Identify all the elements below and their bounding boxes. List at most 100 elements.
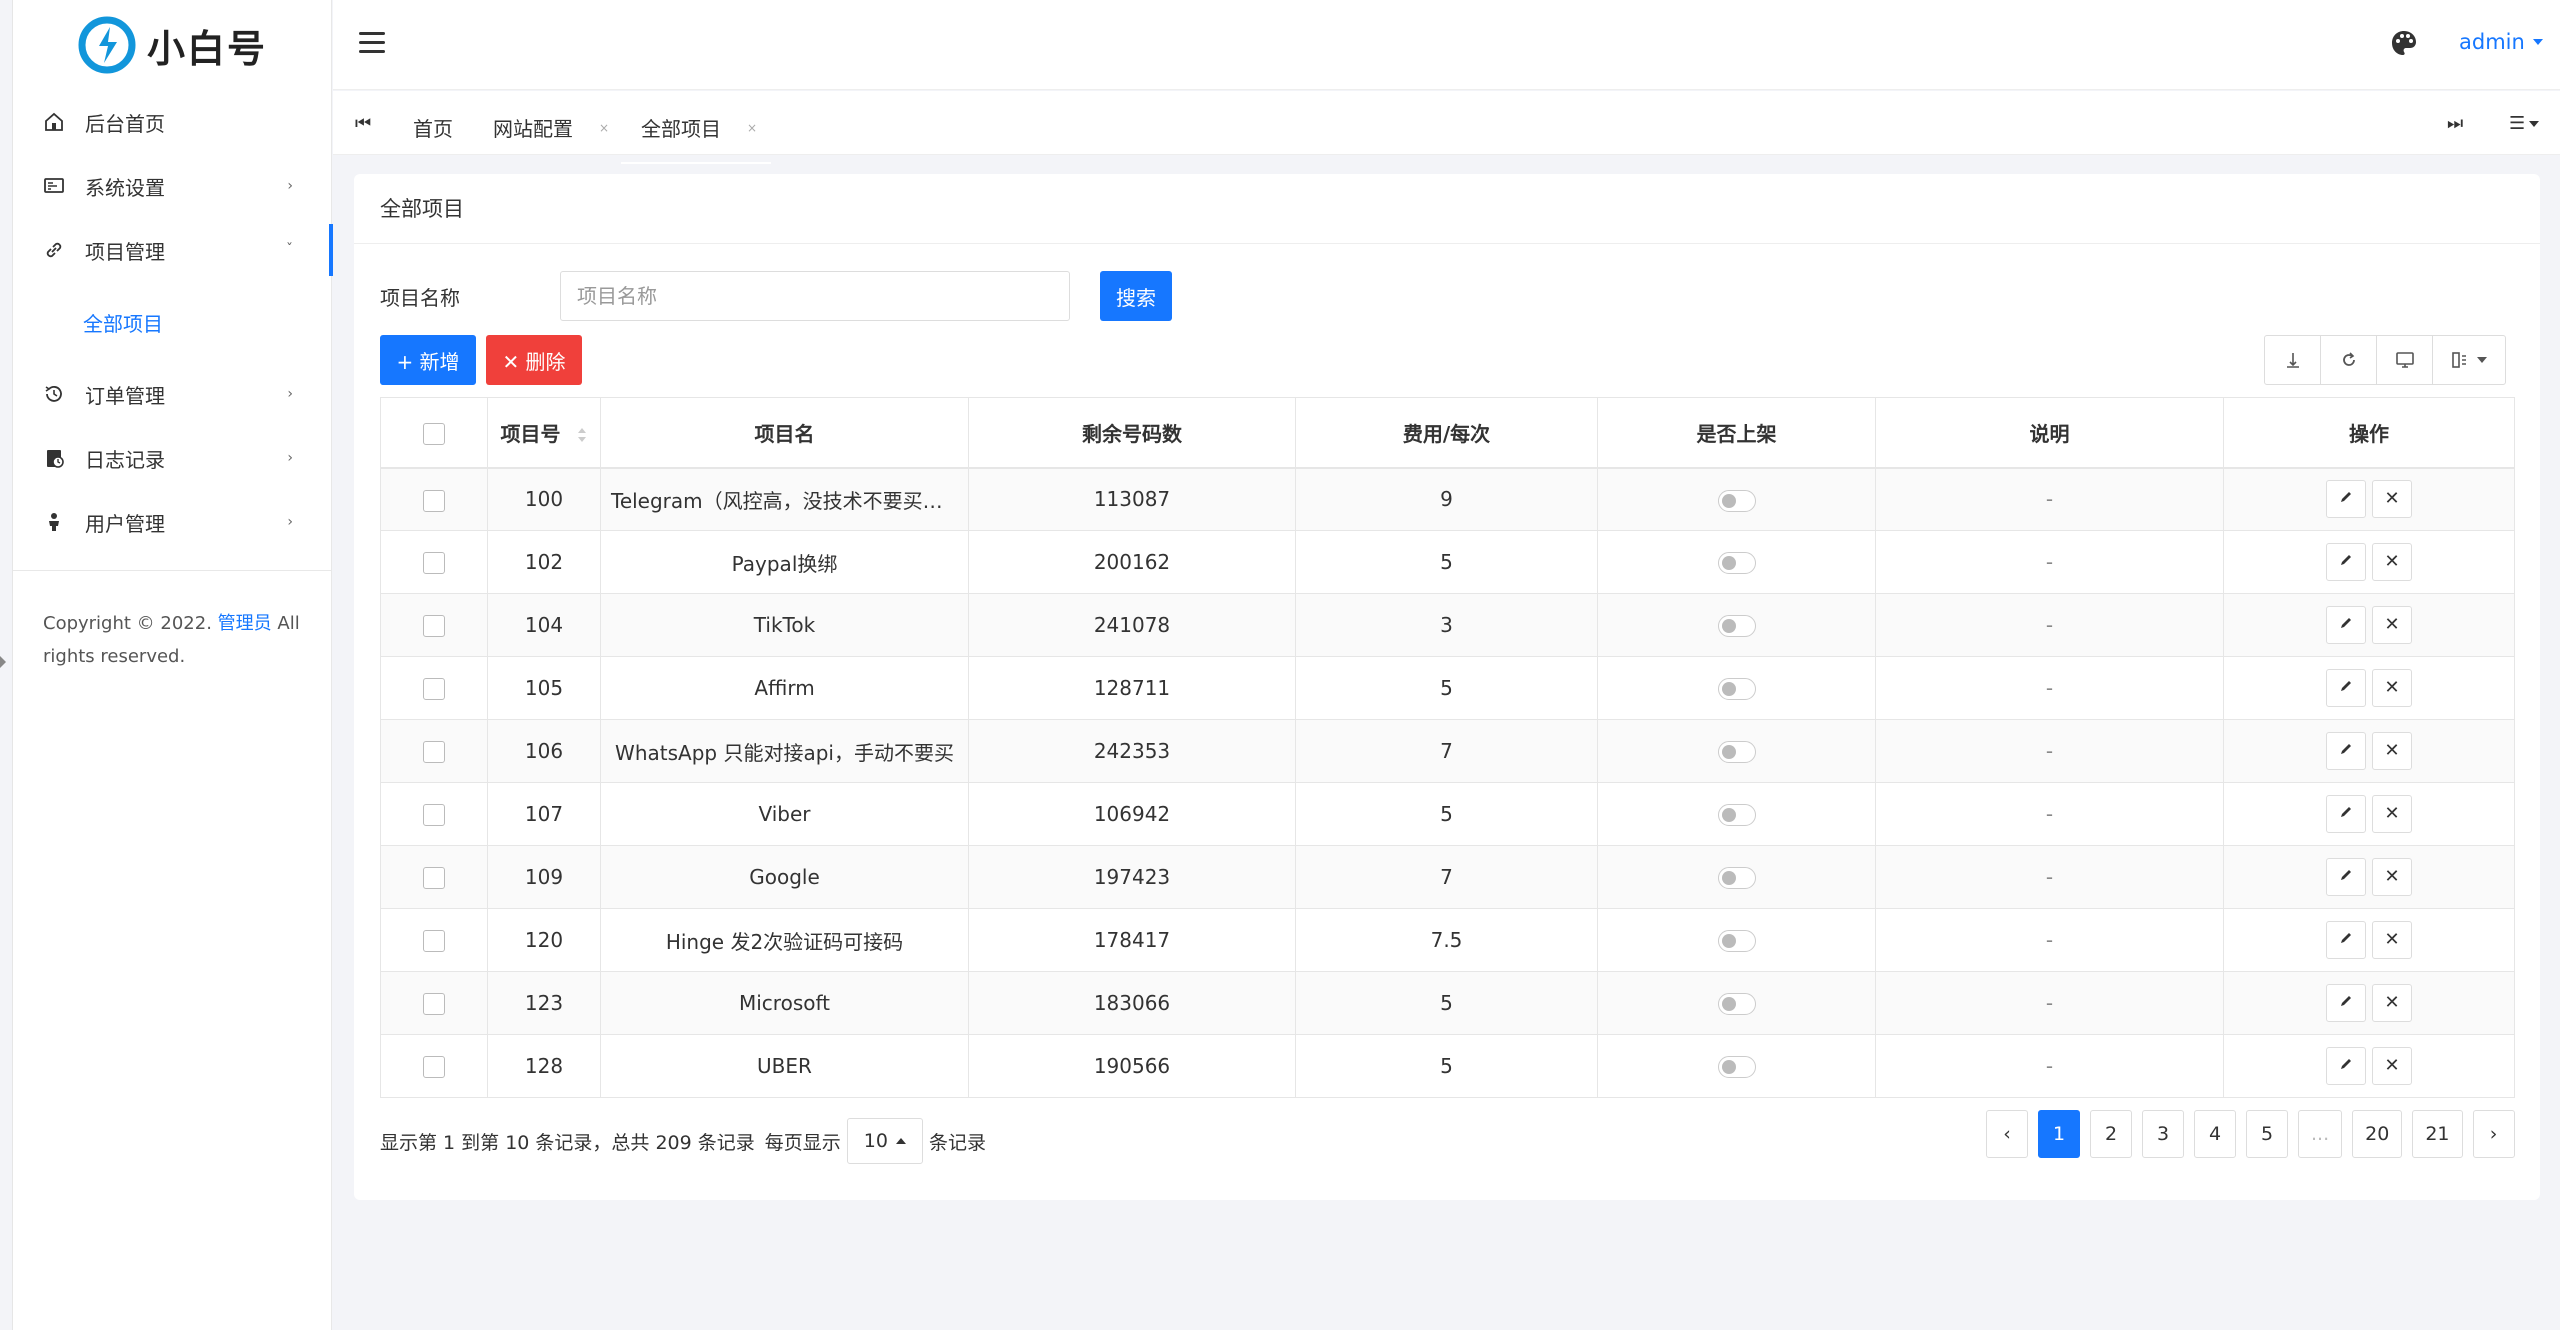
remove-button[interactable]: ✕ xyxy=(2372,543,2412,581)
next-page-button[interactable]: › xyxy=(2472,1110,2515,1158)
row-checkbox[interactable] xyxy=(423,804,445,827)
row-checkbox[interactable] xyxy=(423,930,445,953)
chevron-icon: › xyxy=(287,386,293,402)
select-all-checkbox[interactable] xyxy=(423,422,445,445)
tab-2[interactable]: 全部项目 × xyxy=(620,113,772,164)
sidebar-collapse-handle[interactable] xyxy=(0,656,6,668)
sidebar-subitem-all-projects[interactable]: 全部项目 xyxy=(13,282,331,362)
edit-button[interactable] xyxy=(2326,543,2366,581)
listed-toggle[interactable] xyxy=(1717,930,1756,953)
tab-0[interactable]: 首页 xyxy=(413,113,453,142)
tab-scroll-right-icon[interactable]: ⏭ xyxy=(2447,113,2463,134)
row-checkbox[interactable] xyxy=(423,489,445,512)
cell-listed xyxy=(1597,908,1876,972)
edit-button[interactable] xyxy=(2326,858,2366,896)
sidebar-item-1[interactable]: 系统设置 › xyxy=(13,154,331,218)
user-icon xyxy=(41,509,67,535)
edit-button[interactable] xyxy=(2326,795,2366,833)
sidebar-item-0[interactable]: 后台首页 xyxy=(13,90,331,154)
add-button[interactable]: + 新增 xyxy=(380,335,476,385)
remove-button[interactable]: ✕ xyxy=(2372,984,2412,1022)
toggle-search-button[interactable] xyxy=(2265,336,2321,384)
remove-button[interactable]: ✕ xyxy=(2372,732,2412,770)
listed-toggle[interactable] xyxy=(1717,804,1756,827)
sidebar-item-5[interactable]: 用户管理 › xyxy=(13,490,331,554)
pencil-icon xyxy=(2341,996,2351,1006)
page-button-4[interactable]: 4 xyxy=(2194,1110,2236,1158)
listed-toggle[interactable] xyxy=(1717,489,1756,512)
page-button-20[interactable]: 20 xyxy=(2352,1110,2403,1158)
remove-button[interactable]: ✕ xyxy=(2372,858,2412,896)
per-page-label: 每页显示 xyxy=(764,1131,841,1154)
pencil-icon xyxy=(2341,681,2351,691)
per-page-suffix: 条记录 xyxy=(928,1131,986,1154)
cell-listed xyxy=(1597,845,1876,909)
page-button-21[interactable]: 21 xyxy=(2412,1110,2463,1158)
edit-button[interactable] xyxy=(2326,480,2366,519)
chevron-icon: › xyxy=(287,450,293,466)
cell-name: UBER xyxy=(600,1034,969,1098)
row-checkbox[interactable] xyxy=(423,678,445,701)
row-checkbox[interactable] xyxy=(423,741,445,764)
sidebar-item-label: 系统设置 xyxy=(85,175,165,200)
toggle-view-button[interactable] xyxy=(2377,336,2433,384)
columns-button[interactable] xyxy=(2433,336,2505,384)
cell-actions: ✕ xyxy=(2223,971,2515,1035)
per-page-select[interactable]: 10 xyxy=(846,1118,923,1164)
close-icon[interactable]: × xyxy=(747,121,757,135)
refresh-button[interactable] xyxy=(2321,336,2377,384)
copyright-link[interactable]: 管理员 xyxy=(218,613,272,634)
edit-button[interactable] xyxy=(2326,1047,2366,1085)
pencil-icon xyxy=(2341,492,2351,503)
row-checkbox[interactable] xyxy=(423,993,445,1016)
remove-button[interactable]: ✕ xyxy=(2372,1047,2412,1085)
edit-button[interactable] xyxy=(2326,606,2366,644)
row-checkbox[interactable] xyxy=(423,552,445,575)
page-button-2[interactable]: 2 xyxy=(2090,1110,2132,1158)
tab-scroll-left-icon[interactable]: ⏮ xyxy=(355,113,371,134)
page-button-3[interactable]: 3 xyxy=(2142,1110,2184,1158)
listed-toggle[interactable] xyxy=(1717,741,1756,764)
search-input[interactable] xyxy=(560,271,1070,321)
chevron-icon: › xyxy=(287,178,293,194)
listed-toggle[interactable] xyxy=(1717,615,1756,638)
column-header-id[interactable]: 项目号 xyxy=(487,397,601,469)
chevron-icon: ˇ xyxy=(286,242,293,258)
search-button[interactable]: 搜索 xyxy=(1100,271,1172,321)
prev-page-button[interactable]: ‹ xyxy=(1986,1110,2028,1158)
sort-icon xyxy=(578,428,587,443)
row-checkbox[interactable] xyxy=(423,615,445,638)
edit-button[interactable] xyxy=(2326,669,2366,707)
edit-button[interactable] xyxy=(2326,732,2366,770)
page-button-5[interactable]: 5 xyxy=(2246,1110,2288,1158)
theme-palette-icon[interactable] xyxy=(2389,28,2419,58)
remove-button[interactable]: ✕ xyxy=(2372,795,2412,833)
remove-button[interactable]: ✕ xyxy=(2372,480,2412,519)
listed-toggle[interactable] xyxy=(1717,678,1756,701)
listed-toggle[interactable] xyxy=(1717,1056,1756,1079)
listed-toggle[interactable] xyxy=(1717,552,1756,575)
menu-toggle-icon[interactable] xyxy=(359,32,385,56)
user-menu[interactable]: admin xyxy=(2459,30,2543,54)
page-button-1[interactable]: 1 xyxy=(2038,1110,2080,1158)
remove-button[interactable]: ✕ xyxy=(2372,669,2412,707)
edit-button[interactable] xyxy=(2326,921,2366,959)
close-icon: ✕ xyxy=(2384,551,2400,572)
row-checkbox[interactable] xyxy=(423,1056,445,1079)
sidebar-item-4[interactable]: 日志记录 › xyxy=(13,426,331,490)
close-icon[interactable]: × xyxy=(599,121,609,135)
listed-toggle[interactable] xyxy=(1717,867,1756,890)
remove-button[interactable]: ✕ xyxy=(2372,606,2412,644)
delete-button[interactable]: ✕ 删除 xyxy=(486,335,582,385)
row-checkbox[interactable] xyxy=(423,867,445,890)
listed-toggle[interactable] xyxy=(1717,993,1756,1016)
tab-1[interactable]: 网站配置 × xyxy=(493,113,609,142)
edit-button[interactable] xyxy=(2326,984,2366,1022)
column-header-note: 说明 xyxy=(1875,397,2224,469)
sidebar-item-2[interactable]: 项目管理 ˇ xyxy=(13,218,333,282)
cell-fee: 9 xyxy=(1295,467,1598,531)
tab-options-menu[interactable]: ☰ xyxy=(2509,113,2540,134)
sidebar-item-3[interactable]: 订单管理 › xyxy=(13,362,331,426)
select-all-cell xyxy=(380,397,488,469)
remove-button[interactable]: ✕ xyxy=(2372,921,2412,959)
